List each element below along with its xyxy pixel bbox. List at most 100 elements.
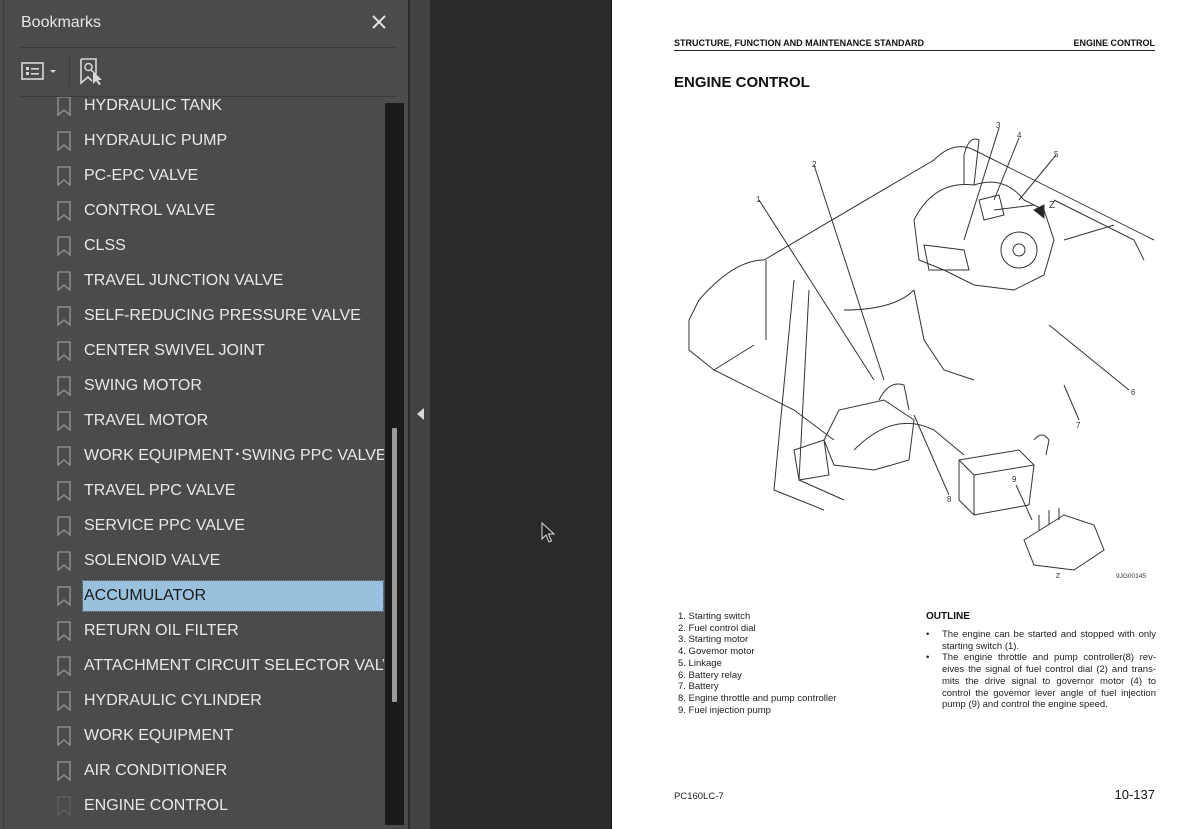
parts-list-item: 3. Starting motor — [678, 634, 749, 646]
bookmark-label: WORK EQUIPMENT — [84, 727, 234, 744]
callout-number: 3 — [996, 121, 1001, 130]
parts-list-item: 6. Battery relay — [678, 669, 742, 681]
bookmark-icon — [57, 411, 71, 431]
bookmark-label: AIR CONDITIONER — [84, 762, 228, 779]
running-header-section: STRUCTURE, FUNCTION AND MAINTENANCE STAN… — [674, 38, 924, 48]
bookmark-icon — [57, 97, 71, 116]
bookmark-icon — [57, 236, 71, 256]
bookmark-item[interactable]: TRAVEL JUNCTION VALVE — [0, 265, 384, 295]
harness-lines — [843, 289, 975, 456]
figure-id: 9JG00145 — [1116, 573, 1146, 580]
bookmark-item[interactable]: AIR CONDITIONER — [0, 755, 384, 785]
panel-title: Bookmarks — [21, 14, 102, 31]
callout-number: 4 — [1017, 131, 1022, 140]
bookmark-item[interactable]: CENTER SWIVEL JOINT — [0, 335, 384, 365]
running-header-chapter: ENGINE CONTROL — [1073, 38, 1155, 48]
bookmark-icon — [57, 691, 71, 711]
parts-list-item: 5. Linkage — [678, 657, 722, 669]
operator-seat-illustration — [793, 383, 915, 481]
callout-number: 2 — [812, 160, 817, 169]
callout-number: 1 — [756, 195, 761, 204]
bookmark-item[interactable]: WORK EQUIPMENT — [0, 720, 384, 750]
bookmark-label: ENGINE CONTROL — [84, 797, 229, 814]
bookmark-item[interactable]: RETURN OIL FILTER — [0, 615, 384, 645]
header-rule — [674, 50, 1155, 51]
bookmark-label: TRAVEL PPC VALVE — [84, 482, 236, 499]
bookmark-label: ATTACHMENT CIRCUIT SELECTOR VALVE — [84, 657, 384, 674]
bookmark-label: HYDRAULIC PUMP — [84, 132, 228, 149]
bookmark-label: SELF-REDUCING PRESSURE VALVE — [84, 307, 361, 324]
parts-list-item: 2. Fuel control dial — [678, 622, 756, 634]
bookmark-label: SOLENOID VALVE — [84, 552, 221, 569]
toolbar-divider — [69, 56, 70, 86]
callout-number: 9 — [1012, 475, 1017, 484]
bookmark-label: TRAVEL MOTOR — [84, 412, 209, 429]
page-title: ENGINE CONTROL — [674, 74, 810, 91]
find-current-bookmark-button[interactable] — [79, 58, 105, 86]
list-options-icon — [21, 62, 56, 80]
bookmark-item[interactable]: CONTROL VALVE — [0, 195, 384, 225]
page-number: 10-137 — [1114, 787, 1155, 802]
parts-list-item: 9. Fuel injection pump — [678, 704, 771, 716]
options-menu-button[interactable] — [21, 61, 61, 83]
bookmark-icon — [57, 481, 71, 501]
bookmark-label: CENTER SWIVEL JOINT — [84, 342, 265, 359]
bookmark-label: HYDRAULIC CYLINDER — [84, 692, 262, 709]
bookmark-icon — [57, 306, 71, 326]
outline-bullet: The engine can be started and stopped wi… — [926, 629, 1156, 652]
engine-control-diagram: 1 2 3 4 5 6 7 8 9 Z 9JG00145 Z — [688, 121, 1155, 580]
battery-illustration — [958, 434, 1050, 516]
fuel-injection-pump-illustration — [1023, 508, 1105, 571]
bookmark-icon — [57, 726, 71, 746]
bookmark-icon — [57, 271, 71, 291]
bookmark-scrollbar[interactable] — [385, 103, 404, 825]
bookmark-list: HYDRAULIC TANK HYDRAULIC PUMP PC-EPC VALVE… — [0, 97, 384, 829]
parts-list-item: 4. Govemor motor — [678, 646, 755, 658]
bookmark-item[interactable]: HYDRAULIC CYLINDER — [0, 685, 384, 715]
bookmark-icon — [57, 551, 71, 571]
bookmark-item[interactable]: TRAVEL MOTOR — [0, 405, 384, 435]
bookmarks-panel: Bookmarks HYDRAULIC TANK HYDRAULIC PUMP PC… — [0, 0, 408, 829]
panel-splitter[interactable] — [410, 0, 430, 829]
bookmark-label: SWING MOTOR — [84, 377, 202, 394]
callout-number: 5 — [1054, 150, 1059, 159]
bookmark-item[interactable]: SERVICE PPC VALVE — [0, 510, 384, 540]
mouse-cursor-icon — [541, 522, 556, 543]
bookmark-item[interactable]: ATTACHMENT CIRCUIT SELECTOR VALVE — [0, 650, 384, 680]
bookmark-item[interactable]: SWING MOTOR — [0, 370, 384, 400]
bookmark-item[interactable]: SELF-REDUCING PRESSURE VALVE — [0, 300, 384, 330]
scrollbar-thumb[interactable] — [392, 427, 397, 703]
find-current-bookmark-icon — [80, 58, 102, 85]
parts-list: 1. Starting switch 2. Fuel control dial 3.… — [678, 611, 836, 716]
bookmark-item[interactable]: ENGINE CONTROL — [0, 790, 384, 820]
bookmark-item[interactable]: HYDRAULIC TANK — [0, 97, 384, 120]
bookmark-icon — [57, 131, 71, 151]
bookmark-icon — [57, 761, 71, 781]
outline-heading: OUTLINE — [926, 611, 970, 622]
bookmark-item[interactable]: WORK EQUIPMENT･SWING PPC VALVE — [0, 440, 384, 470]
callout-number: 8 — [947, 495, 952, 504]
bookmark-item[interactable]: SOLENOID VALVE — [0, 545, 384, 575]
callout-number: 7 — [1076, 421, 1081, 430]
parts-list-item: 7. Battery — [678, 681, 719, 693]
bookmark-label: CONTROL VALVE — [84, 202, 216, 219]
collapse-left-icon[interactable] — [417, 408, 424, 420]
model-number: PC160LC-7 — [674, 791, 724, 802]
bookmark-label: HYDRAULIC TANK — [84, 97, 223, 114]
bookmark-icon — [57, 446, 71, 466]
bookmark-icon — [57, 796, 71, 816]
close-button[interactable] — [369, 12, 389, 32]
bookmark-item[interactable]: CLSS — [0, 230, 384, 260]
bookmark-item[interactable]: PC-EPC VALVE — [0, 160, 384, 190]
bookmark-icon — [57, 656, 71, 676]
view-label: Z — [1056, 573, 1061, 580]
pdf-page: STRUCTURE, FUNCTION AND MAINTENANCE STAN… — [611, 0, 1200, 829]
engine-illustration — [913, 138, 1055, 291]
bookmark-icon — [57, 341, 71, 361]
bookmark-label: TRAVEL JUNCTION VALVE — [84, 272, 284, 289]
bookmark-item[interactable]: TRAVEL PPC VALVE — [0, 475, 384, 505]
bookmark-item[interactable]: ACCUMULATOR — [0, 580, 384, 612]
bookmark-item[interactable]: HYDRAULIC PUMP — [0, 125, 384, 155]
bookmark-label: CLSS — [84, 237, 126, 254]
bookmark-label: WORK EQUIPMENT･SWING PPC VALVE — [84, 447, 384, 464]
